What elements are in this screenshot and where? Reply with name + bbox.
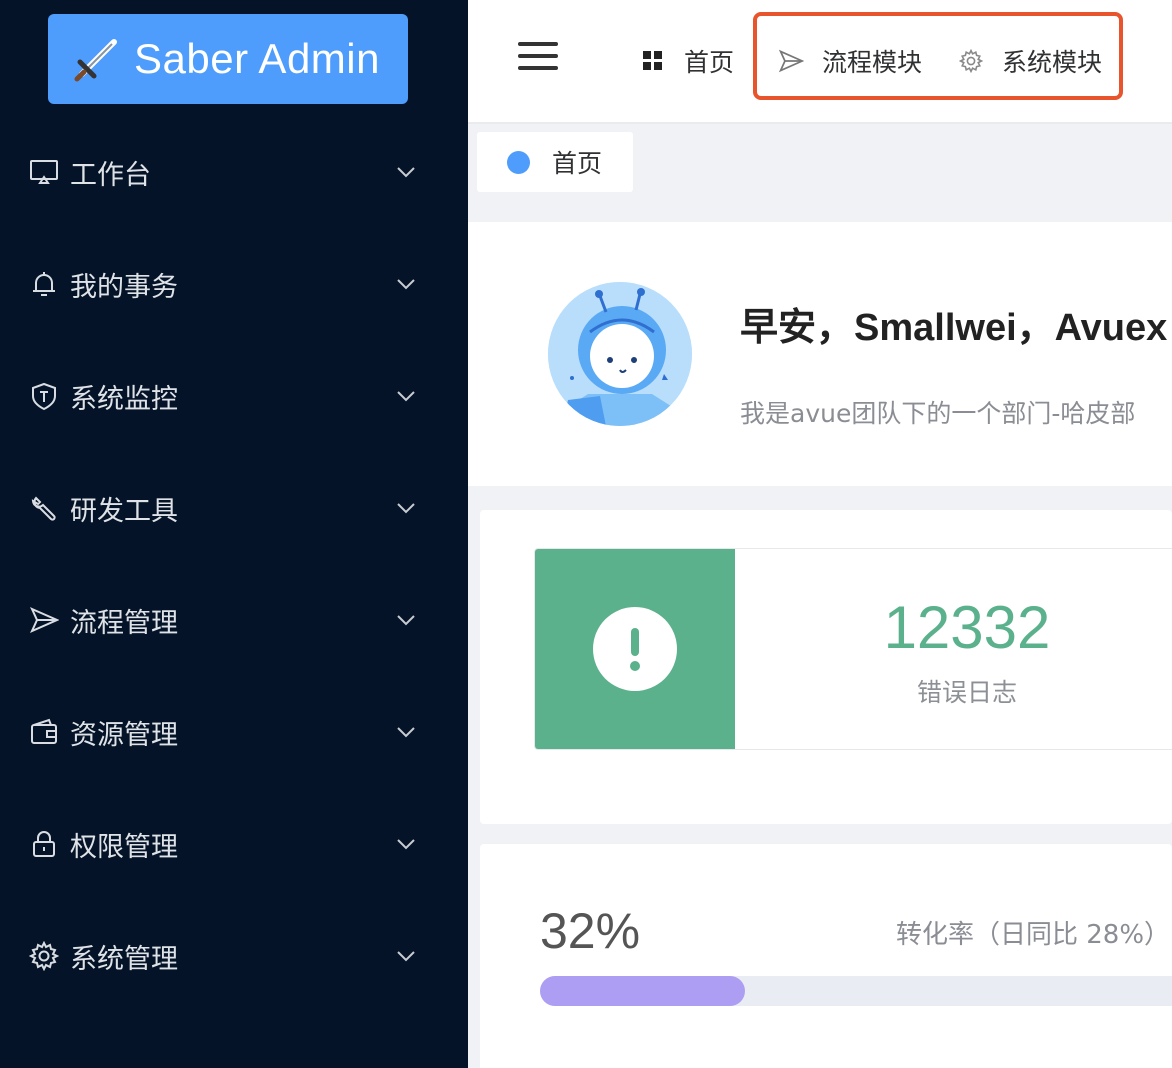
chevron-down-icon [397, 839, 415, 850]
conversion-rate-label: 转化率（日同比 28%） [896, 920, 1171, 950]
monitor-icon [28, 156, 60, 188]
lock-icon [28, 828, 60, 860]
sword-icon [70, 32, 124, 86]
sidebar: Saber Admin 工作台 我的事务 系统监控 研发工具 流程管理 资源管理… [0, 0, 468, 1068]
greeting-text: 早安，Smallwei，Avuex [740, 307, 1168, 349]
sidebar-item-label: 我的事务 [70, 271, 178, 303]
sidebar-item-label: 研发工具 [70, 495, 178, 527]
wrench-icon [28, 492, 60, 524]
exclamation-icon [593, 607, 677, 691]
stat-value: 12332 [883, 594, 1051, 661]
sidebar-item-label: 系统管理 [70, 943, 178, 975]
sidebar-item-monitor[interactable]: 系统监控 [0, 340, 468, 452]
top-header: 首页 流程模块 系统模块 [468, 0, 1172, 124]
sidebar-item-workbench[interactable]: 工作台 [0, 116, 468, 228]
chevron-down-icon [397, 503, 415, 514]
welcome-subtitle: 我是avue团队下的一个部门-哈皮部 [740, 399, 1136, 428]
sidebar-item-devtools[interactable]: 研发工具 [0, 452, 468, 564]
chevron-down-icon [397, 279, 415, 290]
tab-home[interactable]: 首页 [477, 132, 633, 192]
progress-bar [540, 976, 1172, 1006]
tags-bar: 首页 [468, 124, 1172, 204]
welcome-card: 早安，Smallwei，Avuex 我是avue团队下的一个部门-哈皮部 [468, 222, 1172, 486]
stat-card: 12332 错误日志 [480, 510, 1172, 824]
tab-label: 首页 [552, 149, 603, 178]
sidebar-item-label: 系统监控 [70, 383, 178, 415]
sidebar-item-workflow[interactable]: 流程管理 [0, 564, 468, 676]
sidebar-item-resources[interactable]: 资源管理 [0, 676, 468, 788]
stat-label: 错误日志 [916, 678, 1017, 707]
gear-icon [28, 940, 60, 972]
progress-bar-fill [540, 976, 745, 1006]
top-nav-label: 首页 [684, 48, 735, 77]
chevron-down-icon [397, 951, 415, 962]
sidebar-item-label: 工作台 [70, 159, 151, 191]
main-content: 早安，Smallwei，Avuex 我是avue团队下的一个部门-哈皮部 123… [468, 204, 1172, 1068]
top-nav-home[interactable]: 首页 [640, 0, 734, 122]
chevron-down-icon [397, 167, 415, 178]
sidebar-item-tasks[interactable]: 我的事务 [0, 228, 468, 340]
highlight-annotation [753, 12, 1123, 100]
wallet-icon [28, 716, 60, 748]
progress-percent: 32% [540, 903, 641, 959]
menu-toggle-icon[interactable] [518, 42, 558, 72]
avatar [548, 282, 692, 426]
sidebar-item-label: 资源管理 [70, 719, 178, 751]
sidebar-item-system[interactable]: 系统管理 [0, 900, 468, 1012]
stat-box[interactable]: 12332 错误日志 [534, 548, 1172, 750]
chevron-down-icon [397, 615, 415, 626]
app-logo[interactable]: Saber Admin [48, 14, 408, 104]
bell-icon [28, 268, 60, 300]
send-icon [28, 604, 60, 636]
sidebar-item-permissions[interactable]: 权限管理 [0, 788, 468, 900]
active-dot-icon [507, 150, 530, 174]
app-title: Saber Admin [134, 35, 380, 82]
chevron-down-icon [397, 391, 415, 402]
chevron-down-icon [397, 727, 415, 738]
progress-card: 32% 转化率（日同比 28%） [480, 844, 1172, 1068]
sidebar-item-label: 流程管理 [70, 607, 178, 639]
stat-icon-panel [535, 549, 735, 749]
grid-icon [640, 48, 666, 74]
sidebar-item-label: 权限管理 [70, 831, 178, 863]
shield-icon [28, 380, 60, 412]
